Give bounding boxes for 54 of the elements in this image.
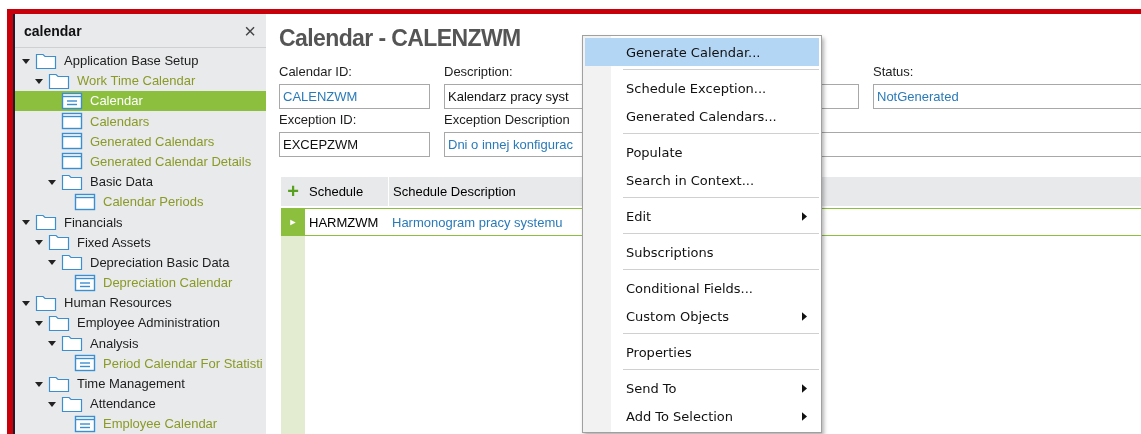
window-icon xyxy=(61,112,83,131)
window-icon xyxy=(61,152,83,171)
menu-item[interactable]: Add To Selection xyxy=(585,402,819,430)
menu-item[interactable]: Send To xyxy=(585,374,819,402)
tree-item[interactable]: Analysis xyxy=(15,333,266,354)
folder-icon xyxy=(48,374,70,393)
tree-item[interactable]: Attendance xyxy=(15,393,266,414)
tree-item[interactable]: Human Resources xyxy=(15,292,266,313)
folder-icon xyxy=(61,334,83,353)
menu-item[interactable]: Generate Calendar... xyxy=(585,38,819,66)
column-header[interactable]: Schedule Description xyxy=(388,177,516,206)
menu-item[interactable]: Generated Calendars... xyxy=(585,102,819,130)
folder-icon xyxy=(48,313,70,332)
close-button[interactable]: × xyxy=(240,20,260,41)
window-icon xyxy=(74,192,96,211)
menu-item[interactable]: Conditional Fields... xyxy=(585,274,819,302)
form-icon xyxy=(74,354,96,373)
menu-item[interactable]: Edit xyxy=(585,202,819,230)
window-icon xyxy=(61,132,83,151)
folder-icon xyxy=(35,213,57,232)
folder-icon xyxy=(61,172,83,191)
field-label: Exception ID: xyxy=(279,112,357,127)
form-icon xyxy=(74,273,96,292)
folder-icon xyxy=(35,51,57,70)
folder-icon xyxy=(61,394,83,413)
menu-item[interactable]: Properties xyxy=(585,338,819,366)
tree-item[interactable]: Fixed Assets xyxy=(15,232,266,253)
menu-item[interactable]: Populate xyxy=(585,138,819,166)
tree-item[interactable]: Application Base Setup xyxy=(15,50,266,71)
tree-item[interactable]: Time Management xyxy=(15,373,266,394)
folder-icon xyxy=(61,253,83,272)
menu-item[interactable]: Search in Context... xyxy=(585,166,819,194)
table-cell-text: HARMZWM xyxy=(308,214,380,230)
folder-icon xyxy=(35,293,57,312)
field-label: Exception Description xyxy=(444,112,570,127)
menu-item[interactable]: Subscriptions xyxy=(585,238,819,266)
tree-item[interactable]: Basic Data xyxy=(15,171,266,192)
input-field[interactable]: CALENZWM xyxy=(279,84,430,109)
input-field[interactable]: EXCEPZWM xyxy=(279,132,430,157)
menu-item[interactable]: Custom Objects xyxy=(585,302,819,330)
input-field[interactable]: NotGenerated xyxy=(873,84,1141,109)
folder-icon xyxy=(48,233,70,252)
menu-item[interactable]: Schedule Exception... xyxy=(585,74,819,102)
column-header[interactable]: Schedule xyxy=(305,177,388,206)
field-label: Calendar ID: xyxy=(279,64,352,79)
form-icon xyxy=(61,91,83,110)
search-field[interactable]: calendar xyxy=(24,22,82,39)
tree-item[interactable]: Financials xyxy=(15,211,266,233)
tree-item[interactable]: Employee Administration xyxy=(15,312,266,334)
form-icon xyxy=(74,414,96,433)
tree-item[interactable]: Depreciation Basic Data xyxy=(15,252,266,273)
table-cell-text: Harmonogram pracy systemu xyxy=(391,214,563,230)
field-label: Status: xyxy=(873,64,914,79)
field-label: Description: xyxy=(444,64,513,79)
